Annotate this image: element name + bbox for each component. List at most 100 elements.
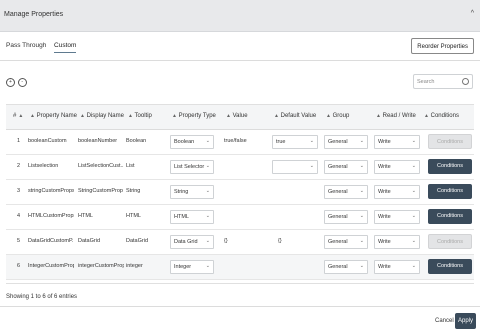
- sort-icon: ▲: [376, 113, 381, 119]
- conditions-button[interactable]: Conditions: [428, 159, 472, 174]
- read-write-select-value: Write: [378, 239, 391, 245]
- table-header: # ▲ ▲ Property Name ▲ Display Name ▲ Tool…: [6, 105, 474, 130]
- sort-icon: ▲: [30, 113, 35, 119]
- col-read-write[interactable]: ▲ Read / Write: [374, 113, 416, 119]
- group-select[interactable]: General ⌄: [324, 210, 368, 224]
- display-name-cell[interactable]: booleanNumber: [78, 138, 117, 144]
- property-name-cell[interactable]: stringCustomProps: [28, 188, 74, 194]
- chevron-down-icon: ⌄: [309, 163, 314, 169]
- chevron-down-icon: ⌄: [205, 163, 210, 169]
- chevron-down-icon: ⌄: [205, 213, 210, 219]
- tooltip-cell[interactable]: Boolean: [126, 138, 146, 144]
- chevron-down-icon: ⌄: [359, 238, 364, 244]
- search-input[interactable]: Search: [413, 74, 473, 89]
- property-name-cell[interactable]: DataGridCustomP...: [28, 238, 74, 244]
- chevron-down-icon: ⌄: [411, 213, 416, 219]
- search-placeholder: Search: [417, 79, 435, 85]
- read-write-select[interactable]: Write ⌄: [374, 185, 420, 199]
- row-number: 1: [17, 138, 21, 144]
- chevron-down-icon: ⌄: [205, 138, 210, 144]
- default-value-select[interactable]: true ⌄: [272, 135, 318, 149]
- chevron-down-icon: ⌄: [359, 213, 364, 219]
- conditions-button[interactable]: Conditions: [428, 184, 472, 199]
- default-value-cell[interactable]: {}: [278, 238, 282, 244]
- chevron-down-icon: ⌄: [205, 188, 210, 194]
- collapse-icon[interactable]: ^: [471, 10, 474, 17]
- read-write-select-value: Write: [378, 189, 391, 195]
- tab-pass-through[interactable]: Pass Through: [6, 42, 46, 52]
- col-property-name[interactable]: ▲ Property Name: [28, 113, 77, 119]
- tooltip-cell[interactable]: HTML: [126, 213, 141, 219]
- tooltip-cell[interactable]: String: [126, 188, 140, 194]
- read-write-select[interactable]: Write ⌄: [374, 210, 420, 224]
- chevron-down-icon: ⌄: [411, 163, 416, 169]
- property-type-select[interactable]: String ⌄: [170, 185, 214, 199]
- sort-icon: ▲: [18, 113, 24, 119]
- group-select[interactable]: General ⌄: [324, 135, 368, 149]
- col-conditions[interactable]: ▲ Conditions: [422, 113, 459, 119]
- chevron-down-icon: ⌄: [411, 138, 416, 144]
- col-default-value[interactable]: ▲ Default Value: [272, 113, 316, 119]
- read-write-select[interactable]: Write ⌄: [374, 160, 420, 174]
- col-number[interactable]: # ▲: [13, 113, 23, 119]
- sort-icon: ▲: [80, 113, 85, 119]
- table-row: 4 HTMLCustomProps HTML HTML HTML ⌄ General ⌄ Wri…: [6, 205, 474, 230]
- add-row-icon[interactable]: +: [6, 78, 15, 87]
- remove-row-icon[interactable]: -: [17, 78, 27, 87]
- row-number: 3: [17, 188, 21, 194]
- group-select[interactable]: General ⌄: [324, 185, 368, 199]
- cancel-button[interactable]: Cancel: [435, 318, 454, 324]
- row-number: 4: [17, 213, 21, 219]
- col-display-name[interactable]: ▲ Display Name: [78, 113, 124, 119]
- tooltip-cell[interactable]: DataGrid: [126, 238, 148, 244]
- col-value[interactable]: ▲ Value: [224, 113, 248, 119]
- group-select-value: General: [328, 239, 348, 245]
- table-empty-area: [6, 247, 474, 284]
- row-controls: + -: [6, 78, 28, 87]
- sort-icon: ▲: [326, 113, 331, 119]
- search-icon: [462, 78, 469, 85]
- chevron-down-icon: ⌄: [205, 238, 210, 244]
- group-select-value: General: [328, 139, 348, 145]
- group-select-value: General: [328, 164, 348, 170]
- display-name-cell[interactable]: ListSelectionCust...: [78, 163, 124, 169]
- apply-button[interactable]: Apply: [455, 313, 476, 329]
- chevron-down-icon: ⌄: [359, 163, 364, 169]
- property-type-select[interactable]: HTML ⌄: [170, 210, 214, 224]
- read-write-select-value: Write: [378, 139, 391, 145]
- reorder-properties-button[interactable]: Reorder Properties: [411, 38, 474, 54]
- row-number: 2: [17, 163, 21, 169]
- sort-icon: ▲: [424, 113, 429, 119]
- col-group[interactable]: ▲ Group: [324, 113, 349, 119]
- read-write-select-value: Write: [378, 164, 391, 170]
- row-number: 5: [17, 238, 21, 244]
- col-property-type[interactable]: ▲ Property Type: [170, 113, 216, 119]
- col-tooltip[interactable]: ▲ Tooltip: [126, 113, 152, 119]
- display-name-cell[interactable]: HTML: [78, 213, 93, 219]
- chevron-down-icon: ⌄: [359, 138, 364, 144]
- default-value-select[interactable]: ⌄: [272, 160, 318, 174]
- property-name-cell[interactable]: Listselection: [28, 163, 58, 169]
- value-cell[interactable]: {}: [224, 238, 228, 244]
- property-type-select[interactable]: Boolean ⌄: [170, 135, 214, 149]
- property-name-cell[interactable]: HTMLCustomProps: [28, 213, 74, 219]
- chevron-down-icon: ⌄: [309, 138, 314, 144]
- table-row: 2 Listselection ListSelectionCust... List Li…: [6, 155, 474, 180]
- display-name-cell[interactable]: DataGrid: [78, 238, 100, 244]
- conditions-button[interactable]: Conditions: [428, 209, 472, 224]
- tab-custom[interactable]: Custom: [54, 42, 77, 53]
- property-type-select-value: Data Grid: [174, 239, 198, 245]
- tooltip-cell[interactable]: List: [126, 163, 135, 169]
- property-type-select-value: HTML: [174, 214, 189, 220]
- tab-bar: Pass Through Custom: [6, 42, 82, 53]
- property-type-select[interactable]: List Selector ⌄: [170, 160, 214, 174]
- display-name-cell[interactable]: StringCustomProp: [78, 188, 123, 194]
- dialog-title: Manage Properties: [4, 11, 64, 18]
- entries-info: Showing 1 to 6 of 6 entries: [6, 294, 78, 300]
- conditions-button[interactable]: Conditions: [428, 134, 472, 149]
- read-write-select[interactable]: Write ⌄: [374, 135, 420, 149]
- property-name-cell[interactable]: booleanCustom: [28, 138, 67, 144]
- default-value-select-value: true: [276, 139, 286, 145]
- group-select[interactable]: General ⌄: [324, 160, 368, 174]
- value-cell[interactable]: true/false: [224, 138, 247, 144]
